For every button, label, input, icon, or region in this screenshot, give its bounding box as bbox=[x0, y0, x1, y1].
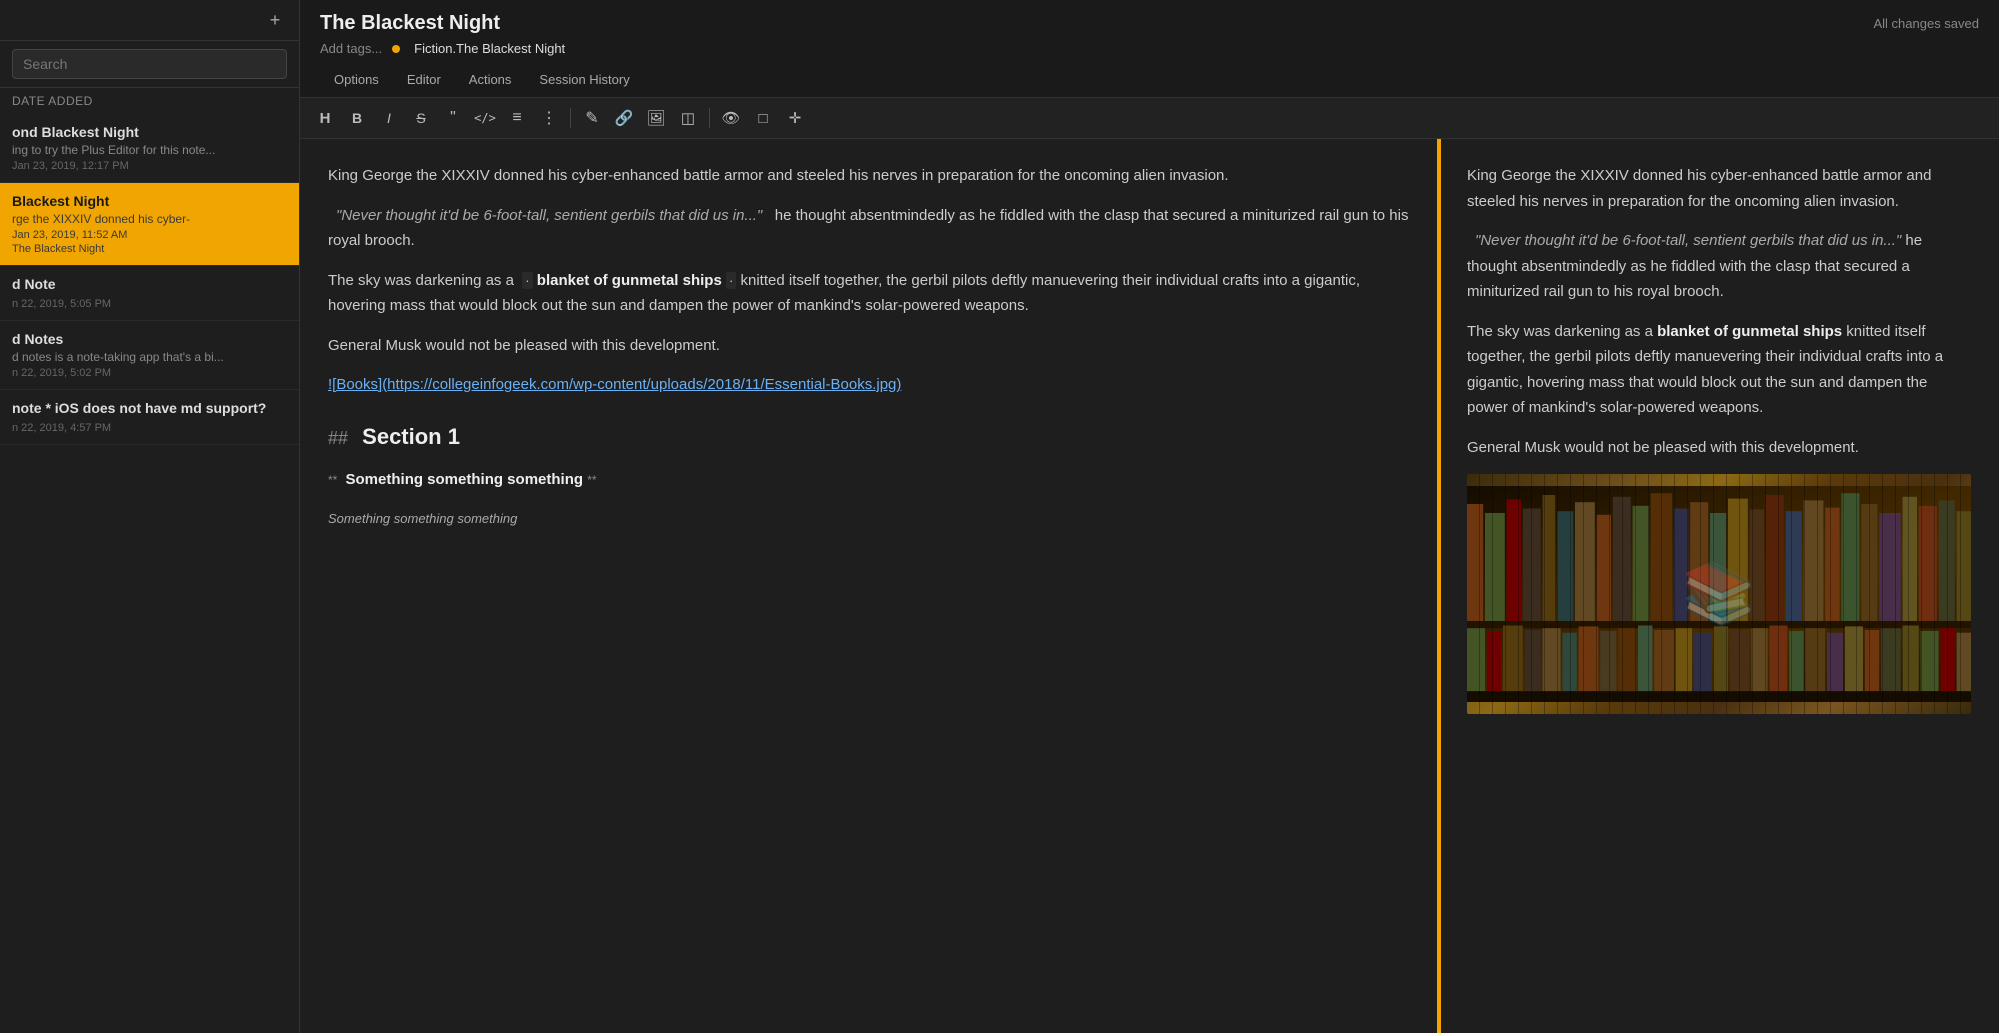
heading-btn[interactable]: H bbox=[310, 104, 340, 132]
list-item[interactable]: d Notes d notes is a note-taking app tha… bbox=[0, 321, 299, 390]
nav-actions[interactable]: Actions bbox=[455, 64, 526, 97]
books-image bbox=[1467, 474, 1971, 714]
search-container bbox=[0, 41, 299, 88]
item-preview: d notes is a note-taking app that's a bi… bbox=[12, 350, 287, 364]
list-item[interactable]: ond Blackest Night ing to try the Plus E… bbox=[0, 114, 299, 183]
tag-color-dot bbox=[392, 45, 400, 53]
resize-handle[interactable] bbox=[1437, 139, 1441, 1033]
toolbar-separator bbox=[709, 108, 710, 128]
editor-area: King George the XIXXIV donned his cyber-… bbox=[300, 139, 1999, 1033]
item-date: Jan 23, 2019, 11:52 AM bbox=[12, 229, 287, 241]
editor-paragraph: King George the XIXXIV donned his cyber-… bbox=[328, 163, 1410, 189]
table-btn[interactable]: ◫ bbox=[673, 104, 703, 132]
item-title: d Note bbox=[12, 276, 287, 292]
item-tag: The Blackest Night bbox=[12, 243, 287, 255]
editor-paragraph: The sky was darkening as a · blanket of … bbox=[328, 268, 1410, 319]
editor-paragraph: "Never thought it'd be 6-foot-tall, sent… bbox=[328, 203, 1410, 254]
quote-btn[interactable]: " bbox=[438, 104, 468, 132]
code-btn[interactable]: </> bbox=[470, 104, 500, 132]
item-title: ond Blackest Night bbox=[12, 124, 287, 140]
subheading-line: ** Something something something ** bbox=[328, 467, 1410, 493]
doc-navigation: Options Editor Actions Session History bbox=[320, 64, 1979, 97]
list-item[interactable]: d Note n 22, 2019, 5:05 PM bbox=[0, 266, 299, 321]
nav-session-history[interactable]: Session History bbox=[525, 64, 643, 97]
editor-paragraph: General Musk would not be pleased with t… bbox=[328, 333, 1410, 359]
highlight-btn[interactable]: ✎ bbox=[577, 104, 607, 132]
image-link[interactable]: ![Books](https://collegeinfogeek.com/wp-… bbox=[328, 376, 901, 393]
list-item[interactable]: note * iOS does not have md support? n 2… bbox=[0, 390, 299, 445]
add-note-button[interactable]: + bbox=[263, 8, 287, 32]
strikethrough-btn[interactable]: S bbox=[406, 104, 436, 132]
ordered-list-btn[interactable]: ⋮ bbox=[534, 104, 564, 132]
nav-options[interactable]: Options bbox=[320, 64, 393, 97]
main-panel: The Blackest Night All changes saved Add… bbox=[300, 0, 1999, 1033]
subheading-italic: Something something something bbox=[328, 506, 1410, 532]
save-status: All changes saved bbox=[1873, 16, 1979, 31]
item-preview: rge the XIXXIV donned his cyber- bbox=[12, 212, 287, 226]
nav-editor[interactable]: Editor bbox=[393, 64, 455, 97]
tag-label: Fiction.The Blackest Night bbox=[414, 41, 565, 56]
preview-paragraph: The sky was darkening as a blanket of gu… bbox=[1467, 319, 1971, 421]
item-date: Jan 23, 2019, 12:17 PM bbox=[12, 160, 287, 172]
subheading-marker-end: ** bbox=[587, 473, 596, 487]
preview-italic-quote: "Never thought it'd be 6-foot-tall, sent… bbox=[1475, 232, 1901, 249]
preview-btn[interactable]: 👁 bbox=[716, 104, 746, 132]
editor-pane[interactable]: King George the XIXXIV donned his cyber-… bbox=[300, 139, 1439, 1033]
bold-phrase: blanket of gunmetal ships bbox=[537, 272, 722, 289]
editor-toolbar: H B I S " </> ≡ ⋮ ✎ 🔗 🖼 ◫ 👁 □ ✛ bbox=[300, 98, 1999, 139]
section-hash: ## bbox=[328, 428, 348, 448]
tags-row: Add tags... Fiction.The Blackest Night bbox=[320, 41, 1979, 56]
toolbar-separator bbox=[570, 108, 571, 128]
italic-btn[interactable]: I bbox=[374, 104, 404, 132]
add-tags-button[interactable]: Add tags... bbox=[320, 41, 382, 56]
preview-paragraph: "Never thought it'd be 6-foot-tall, sent… bbox=[1467, 228, 1971, 305]
sort-label: Date Added bbox=[0, 88, 299, 114]
fullscreen-btn[interactable]: ✛ bbox=[780, 104, 810, 132]
preview-bold-phrase: blanket of gunmetal ships bbox=[1657, 323, 1842, 340]
search-input[interactable] bbox=[12, 49, 287, 79]
item-title: Blackest Night bbox=[12, 193, 287, 209]
item-date: n 22, 2019, 5:05 PM bbox=[12, 298, 287, 310]
italic-quote: "Never thought it'd be 6-foot-tall, sent… bbox=[336, 207, 762, 224]
preview-pane: King George the XIXXIV donned his cyber-… bbox=[1439, 139, 1999, 1033]
unordered-list-btn[interactable]: ≡ bbox=[502, 104, 532, 132]
list-item[interactable]: Blackest Night rge the XIXXIV donned his… bbox=[0, 183, 299, 266]
section-heading: ## Section 1 bbox=[328, 418, 1410, 455]
link-btn[interactable]: 🔗 bbox=[609, 104, 639, 132]
item-title: note * iOS does not have md support? bbox=[12, 400, 287, 416]
editor-image-link: ![Books](https://collegeinfogeek.com/wp-… bbox=[328, 372, 1410, 398]
item-date: n 22, 2019, 4:57 PM bbox=[12, 422, 287, 434]
sidebar-top-bar: + bbox=[0, 0, 299, 41]
item-preview: ing to try the Plus Editor for this note… bbox=[12, 143, 287, 157]
subheading-text: Something something something bbox=[346, 471, 584, 488]
section-title: Section 1 bbox=[362, 424, 460, 449]
doc-header: The Blackest Night All changes saved Add… bbox=[300, 0, 1999, 98]
subheading-italic-text: Something something something bbox=[328, 511, 517, 526]
subheading-marker: ** bbox=[328, 473, 337, 487]
item-date: n 22, 2019, 5:02 PM bbox=[12, 367, 287, 379]
doc-title: The Blackest Night bbox=[320, 12, 500, 35]
split-view-btn[interactable]: □ bbox=[748, 104, 778, 132]
preview-paragraph: General Musk would not be pleased with t… bbox=[1467, 435, 1971, 461]
notes-list: ond Blackest Night ing to try the Plus E… bbox=[0, 114, 299, 1033]
image-btn[interactable]: 🖼 bbox=[641, 104, 671, 132]
item-title: d Notes bbox=[12, 331, 287, 347]
preview-paragraph: King George the XIXXIV donned his cyber-… bbox=[1467, 163, 1971, 214]
sidebar: + Date Added ond Blackest Night ing to t… bbox=[0, 0, 300, 1033]
title-row: The Blackest Night All changes saved bbox=[320, 12, 1979, 35]
bold-btn[interactable]: B bbox=[342, 104, 372, 132]
